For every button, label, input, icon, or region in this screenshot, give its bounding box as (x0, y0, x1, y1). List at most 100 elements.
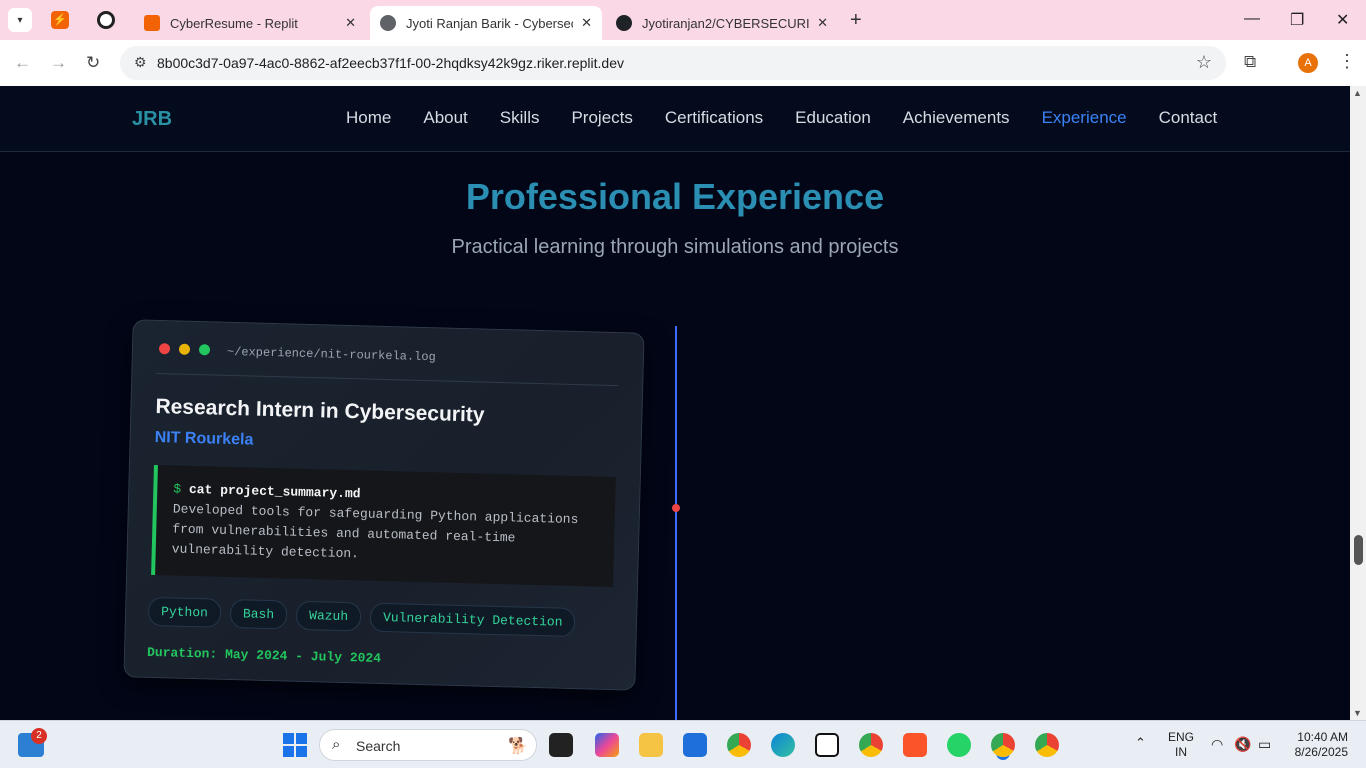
scroll-down-icon[interactable]: ▼ (1353, 708, 1362, 718)
experience-role: Research Intern in Cybersecurity (155, 394, 485, 427)
tab-title: Jyotiranjan2/CYBERSECURITY-P (642, 15, 810, 31)
nav-links: Home About Skills Projects Certification… (330, 108, 1233, 128)
nav-projects[interactable]: Projects (571, 108, 632, 128)
experience-duration: Duration: May 2024 - July 2024 (146, 644, 382, 666)
taskbar-search[interactable]: ⌕ Search 🐕 (319, 729, 537, 761)
profile-avatar[interactable]: A (1298, 53, 1318, 73)
search-highlight-icon: 🐕 (508, 738, 528, 755)
restore-button[interactable]: ❐ (1290, 10, 1304, 30)
extensions-icon[interactable]: ⧉ (1244, 52, 1256, 72)
clock-date: 8/26/2025 (1294, 745, 1348, 759)
section-title: Professional Experience (465, 176, 885, 217)
tab-strip: ▾ ⚡ CyberResume - Replit ✕ Jyoti Ranjan … (0, 0, 1366, 40)
show-hidden-icons-icon[interactable]: ⌃ (1135, 735, 1146, 751)
terminal-summary: Developed tools for safeguarding Python … (171, 501, 579, 562)
tab-title: Jyoti Ranjan Barik - Cybersecuri (406, 15, 573, 31)
yellow-dot-icon (178, 343, 191, 355)
whatsapp-icon[interactable] (947, 733, 971, 757)
browser-toolbar: ← → ↻ ⚙ 8b00c3d7-0a97-4ac0-8862-af2eecb3… (0, 40, 1366, 86)
url-text[interactable]: 8b00c3d7-0a97-4ac0-8862-af2eecb37f1f-00-… (157, 55, 624, 71)
chrome-icon[interactable] (727, 733, 751, 757)
timeline-line (675, 326, 677, 720)
timeline-dot (672, 504, 680, 512)
file-explorer-icon[interactable] (639, 733, 663, 757)
tag-vulnerability-detection: Vulnerability Detection (369, 602, 576, 638)
scroll-up-icon[interactable]: ▲ (1353, 88, 1362, 98)
tab-portfolio-active[interactable]: Jyoti Ranjan Barik - Cybersecuri ✕ (370, 6, 602, 40)
red-dot-icon (158, 343, 171, 355)
close-icon[interactable]: ✕ (817, 15, 828, 31)
close-window-button[interactable]: ✕ (1336, 10, 1349, 30)
site-navbar: JRB Home About Skills Projects Certifica… (0, 86, 1350, 152)
system-clock[interactable]: 10:40 AM 8/26/2025 (1288, 730, 1348, 760)
lang-code: ENG (1168, 730, 1195, 744)
wifi-icon[interactable]: ◠ (1211, 736, 1223, 753)
tag-wazuh: Wazuh (295, 600, 362, 632)
scrollbar-thumb[interactable] (1354, 535, 1363, 565)
site-logo[interactable]: JRB (132, 108, 172, 131)
pinned-tab-replit[interactable]: ⚡ (51, 11, 69, 29)
clock-time: 10:40 AM (1297, 730, 1348, 744)
nav-experience[interactable]: Experience (1042, 108, 1127, 128)
edge-icon[interactable] (771, 733, 795, 757)
copilot-icon[interactable] (595, 733, 619, 757)
terminal-command: cat project_summary.md (188, 481, 361, 502)
notion-icon[interactable] (815, 733, 839, 757)
pinned-tab-recorder[interactable] (97, 11, 115, 29)
tag-python: Python (147, 596, 222, 628)
language-indicator[interactable]: ENG IN (1168, 730, 1194, 760)
tab-search-button[interactable]: ▾ (8, 8, 32, 32)
card-file-path: ~/experience/nit-rourkela.log (226, 344, 436, 365)
section-subtitle: Practical learning through simulations a… (451, 236, 899, 258)
terminal-block: $ cat project_summary.md Developed tools… (151, 464, 616, 588)
nav-education[interactable]: Education (795, 108, 871, 128)
chrome-active-icon[interactable] (991, 733, 1015, 757)
tab-github[interactable]: Jyotiranjan2/CYBERSECURITY-P ✕ (606, 6, 838, 40)
nav-achievements[interactable]: Achievements (903, 108, 1010, 128)
green-dot-icon (198, 344, 211, 356)
chrome-j-profile-icon[interactable] (1035, 733, 1059, 757)
lang-region: IN (1175, 745, 1187, 759)
close-icon[interactable]: ✕ (345, 15, 356, 31)
globe-icon (380, 15, 396, 31)
microsoft-store-icon[interactable] (683, 733, 707, 757)
experience-organization: NIT Rourkela (154, 428, 254, 449)
nav-certifications[interactable]: Certifications (665, 108, 763, 128)
card-divider (156, 372, 619, 387)
nav-about[interactable]: About (423, 108, 467, 128)
terminal-prompt: $ (173, 481, 182, 497)
widgets-badge: 2 (31, 728, 47, 744)
nav-contact[interactable]: Contact (1159, 108, 1218, 128)
page-viewport: JRB Home About Skills Projects Certifica… (0, 86, 1350, 720)
search-icon: ⌕ (332, 736, 341, 753)
tag-bash: Bash (229, 599, 288, 630)
chrome-menu-icon[interactable]: ⋮ (1338, 51, 1356, 72)
bookmark-star-icon[interactable]: ☆ (1196, 52, 1212, 73)
minimize-button[interactable]: — (1244, 10, 1260, 28)
experience-card: ~/experience/nit-rourkela.log Research I… (123, 319, 645, 691)
start-button[interactable] (283, 733, 307, 757)
back-button[interactable]: ← (14, 53, 31, 73)
brave-icon[interactable] (903, 733, 927, 757)
address-bar[interactable]: ⚙ 8b00c3d7-0a97-4ac0-8862-af2eecb37f1f-0… (120, 46, 1226, 80)
replit-icon (144, 15, 160, 31)
battery-icon[interactable]: ▭ (1258, 736, 1271, 753)
new-tab-button[interactable]: + (850, 9, 862, 32)
chrome-profile-icon[interactable] (859, 733, 883, 757)
windows-logo-icon (283, 733, 294, 744)
forward-button[interactable]: → (50, 53, 67, 73)
task-view-icon[interactable] (549, 733, 573, 757)
search-label: Search (356, 738, 401, 754)
window-dots (158, 343, 219, 356)
reload-button[interactable]: ↻ (86, 53, 100, 73)
windows-taskbar: 2 ⌕ Search 🐕 ⌃ ENG IN ◠ 🔇 ▭ 10:40 AM 8/2… (0, 720, 1366, 768)
github-icon (616, 15, 632, 31)
site-info-icon[interactable]: ⚙ (134, 54, 147, 71)
tab-cyberresume-replit[interactable]: CyberResume - Replit ✕ (134, 6, 366, 40)
volume-muted-icon[interactable]: 🔇 (1234, 736, 1251, 753)
nav-skills[interactable]: Skills (500, 108, 540, 128)
skill-tags: Python Bash Wazuh Vulnerability Detectio… (147, 596, 585, 638)
page-scrollbar[interactable]: ▲ ▼ (1350, 86, 1366, 720)
close-icon[interactable]: ✕ (581, 15, 592, 31)
nav-home[interactable]: Home (346, 108, 391, 128)
